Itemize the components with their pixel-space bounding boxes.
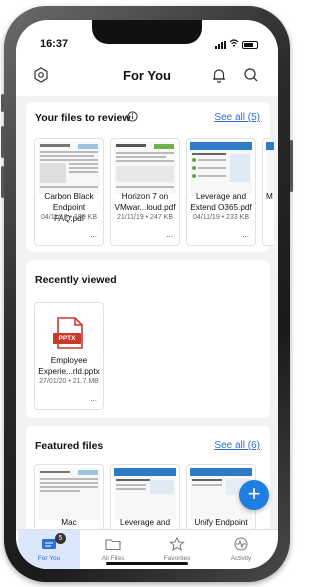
home-indicator[interactable] [106, 562, 188, 565]
file-name: M [266, 192, 273, 201]
tab-label: Activity [230, 555, 252, 562]
review-file-row[interactable]: Carbon Black Endpoint FAQ.pdf 04/11/19 •… [34, 138, 274, 248]
recently-viewed-title: Recently viewed [35, 274, 117, 286]
file-card[interactable]: Leverage and Extend O365.pdf 04/11/19 • … [186, 138, 256, 246]
file-name: Unify Endpoint [194, 518, 248, 527]
file-thumbnail [190, 142, 252, 194]
files-to-review-title: Your files to review [35, 112, 131, 124]
info-icon[interactable] [127, 111, 138, 122]
featured-files-card: Featured files See all (6) Mac Leverage … [26, 426, 270, 529]
notifications-bell-icon[interactable] [210, 66, 228, 84]
file-card[interactable]: Mac [34, 464, 104, 529]
page-title: For You [123, 68, 171, 83]
file-name: Employee Experie...rld.pptx [38, 356, 100, 376]
file-thumbnail [266, 142, 274, 194]
file-meta: 21/11/19 • 247 KB [116, 214, 174, 221]
file-meta: 04/11/19 • 233 KB [192, 214, 250, 221]
tab-label: Favorites [163, 555, 191, 562]
featured-files-title: Featured files [35, 440, 104, 452]
file-card[interactable]: Leverage and [110, 464, 180, 529]
for-you-badge: 5 [55, 533, 66, 544]
more-options-icon[interactable]: ... [242, 230, 249, 239]
file-card[interactable]: Carbon Black Endpoint FAQ.pdf 04/11/19 •… [34, 138, 104, 246]
featured-file-row[interactable]: Mac Leverage and Unify Endpoint [34, 464, 274, 529]
file-name: Leverage and Extend O365.pdf [190, 192, 252, 212]
volume-down-button [1, 166, 4, 198]
file-thumbnail [114, 468, 176, 520]
screen: 16:37 For You Your files to review See a… [16, 20, 278, 569]
recently-viewed-card: Recently viewed PPTX Employee Experie...… [26, 260, 270, 418]
files-to-review-card: Your files to review See all (5) Carbon … [26, 102, 274, 252]
file-name: Leverage and [119, 518, 171, 527]
add-fab-button[interactable]: + [239, 480, 269, 510]
activity-icon [234, 537, 248, 551]
file-name: Horizon 7 on VMwar...loud.pdf [114, 192, 176, 212]
notch [92, 20, 202, 44]
battery-icon [242, 41, 258, 49]
volume-up-button [1, 126, 4, 158]
file-card[interactable]: M [262, 138, 274, 246]
phone-frame: 16:37 For You Your files to review See a… [1, 6, 293, 582]
file-meta: 04/11/19 • 189 KB [40, 214, 98, 221]
folder-icon [105, 539, 121, 551]
wifi-icon [229, 39, 239, 49]
file-card[interactable]: PPTX Employee Experie...rld.pptx 27/01/2… [34, 302, 104, 410]
status-icons [215, 39, 258, 49]
silent-switch [1, 94, 4, 112]
power-button [290, 140, 293, 192]
tab-label: All Files [101, 555, 125, 562]
search-icon[interactable] [242, 66, 260, 84]
tab-for-you[interactable]: 5 For You [18, 530, 80, 569]
file-card[interactable]: Horizon 7 on VMwar...loud.pdf 21/11/19 •… [110, 138, 180, 246]
tab-label: For You [37, 555, 61, 562]
more-options-icon[interactable]: ... [90, 230, 97, 239]
pptx-badge: PPTX [53, 333, 81, 344]
content-feed[interactable]: Your files to review See all (5) Carbon … [16, 96, 278, 529]
more-options-icon[interactable]: ... [166, 230, 173, 239]
see-all-review-link[interactable]: See all (5) [214, 112, 260, 123]
file-meta: 27/01/20 • 21.7 MB [39, 378, 99, 385]
star-icon [169, 537, 185, 551]
file-thumbnail [38, 468, 100, 520]
see-all-featured-link[interactable]: See all (6) [214, 440, 260, 451]
signal-icon [215, 41, 226, 49]
tab-activity[interactable]: Activity [210, 530, 272, 569]
more-options-icon[interactable]: ... [90, 394, 97, 403]
file-thumbnail [38, 142, 100, 194]
file-thumbnail [114, 142, 176, 194]
status-time: 16:37 [40, 38, 69, 50]
app-header: For You [16, 56, 278, 96]
file-name: Mac [61, 518, 77, 527]
